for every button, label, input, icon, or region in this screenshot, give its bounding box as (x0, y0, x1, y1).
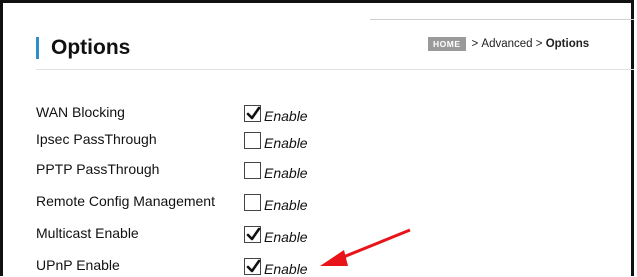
upnp-enable-checkbox[interactable] (244, 257, 261, 275)
remote-config-management-checkbox[interactable] (244, 193, 261, 211)
option-label: Ipsec PassThrough (36, 131, 157, 147)
multicast-enable-checkbox[interactable] (244, 225, 261, 243)
breadcrumb-current: Options (545, 38, 590, 50)
option-label: Multicast Enable (36, 225, 139, 241)
breadcrumb-separator: > (471, 38, 479, 50)
checkmark-icon (246, 259, 261, 272)
option-row-pptp-passthrough: PPTP PassThrough Enable (36, 157, 336, 181)
arrow-head (320, 250, 348, 266)
breadcrumb: HOME > Advanced > Options (428, 37, 589, 51)
option-label: WAN Blocking (36, 104, 125, 120)
option-row-ipsec-passthrough: Ipsec PassThrough Enable (36, 127, 336, 151)
checkbox-caption: Enable (264, 229, 308, 245)
option-row-multicast-enable: Multicast Enable Enable (36, 221, 336, 245)
wan-blocking-checkbox[interactable] (244, 104, 261, 122)
ipsec-passthrough-checkbox[interactable] (244, 131, 261, 149)
breadcrumb-home-link[interactable]: HOME (428, 37, 466, 51)
page-header: Options (36, 36, 130, 60)
header-divider (370, 19, 634, 20)
arrow-shaft (335, 228, 411, 262)
option-row-remote-config-management: Remote Config Management Enable (36, 189, 336, 213)
option-row-wan-blocking: WAN Blocking Enable (36, 100, 336, 124)
page-title: Options (51, 36, 131, 59)
checkbox-caption: Enable (264, 108, 308, 124)
checkmark-icon (246, 227, 261, 240)
checkbox-caption: Enable (264, 261, 308, 277)
title-divider (36, 69, 634, 70)
checkbox-caption: Enable (264, 135, 308, 151)
title-accent-bar (36, 37, 39, 59)
red-arrow-annotation-icon (320, 228, 411, 266)
breadcrumb-separator: > (535, 38, 543, 50)
option-label: UPnP Enable (36, 257, 120, 273)
option-row-upnp-enable: UPnP Enable Enable (36, 253, 336, 277)
option-label: Remote Config Management (36, 193, 215, 209)
option-label: PPTP PassThrough (36, 161, 160, 177)
checkbox-caption: Enable (264, 165, 308, 181)
checkbox-caption: Enable (264, 197, 308, 213)
checkmark-icon (246, 106, 261, 119)
breadcrumb-advanced-link[interactable]: Advanced (481, 38, 532, 50)
pptp-passthrough-checkbox[interactable] (244, 161, 261, 179)
